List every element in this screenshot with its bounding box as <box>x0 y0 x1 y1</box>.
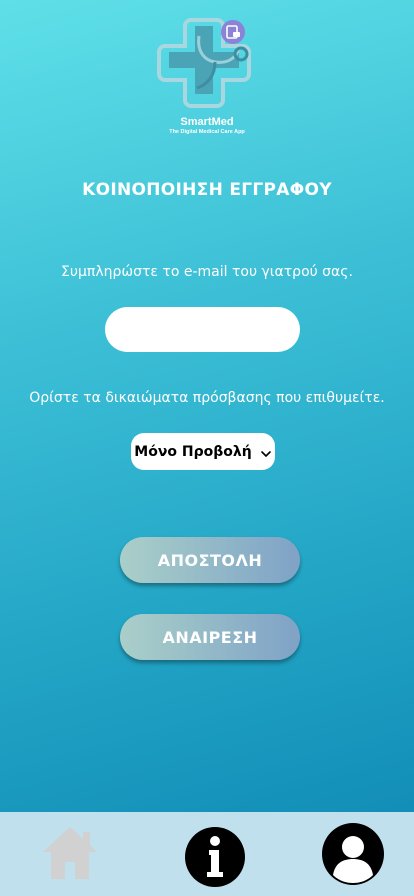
brand-name: SmartMed <box>180 116 234 128</box>
user-profile-icon[interactable] <box>321 822 385 886</box>
brand-tagline: The Digital Medical Care App <box>169 129 245 135</box>
bottom-navigation <box>0 812 414 896</box>
send-button[interactable]: ΑΠΟΣΤΟΛΗ <box>120 537 300 583</box>
home-icon[interactable] <box>40 824 100 882</box>
email-field[interactable] <box>105 307 300 352</box>
permissions-selected-value: Μόνο Προβολή <box>134 443 252 460</box>
app-logo: SmartMed The Digital Medical Care App <box>155 14 259 135</box>
permissions-label: Ορίστε τα δικαιώματα πρόσβασης που επιθυ… <box>29 390 385 406</box>
chevron-down-icon <box>260 450 271 457</box>
medical-cross-logo-icon <box>157 18 251 108</box>
cancel-button[interactable]: ΑΝΑΙΡΕΣΗ <box>120 614 300 660</box>
info-icon[interactable] <box>184 826 246 888</box>
page-title: ΚΟΙΝΟΠΟΙΗΣΗ ΕΓΓΡΑΦΟΥ <box>82 180 332 200</box>
email-label: Συμπληρώστε το e-mail του γιατρού σας. <box>61 264 353 280</box>
permissions-select[interactable]: Μόνο Προβολή <box>131 433 275 470</box>
